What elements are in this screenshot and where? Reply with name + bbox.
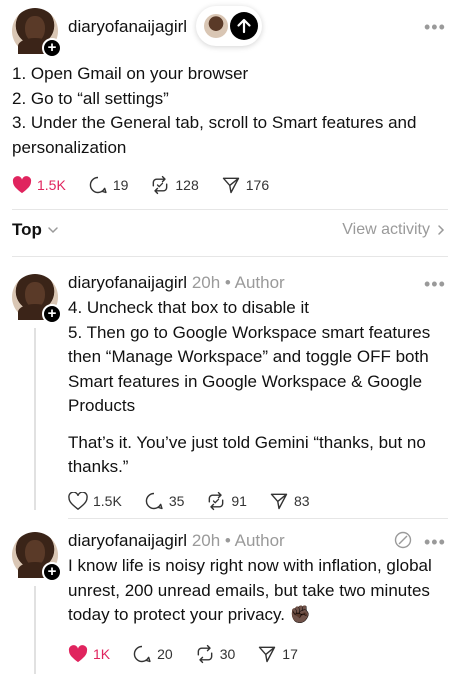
heart-icon — [12, 176, 32, 194]
share-button[interactable]: 176 — [221, 175, 269, 195]
more-icon[interactable]: ••• — [424, 18, 446, 36]
like-button[interactable]: 1.5K — [68, 492, 122, 510]
reply-icon — [89, 176, 107, 194]
reply-username: diaryofanaijagirl 20h • Author — [68, 531, 285, 551]
reply-closing: That’s it. You’ve just told Gemini “than… — [68, 432, 426, 477]
repost-icon — [209, 491, 224, 511]
follow-plus-icon[interactable]: + — [42, 304, 62, 324]
chevron-down-icon — [48, 227, 58, 234]
post-actions: 1.5K 19 128 176 — [12, 175, 291, 195]
sort-dropdown[interactable]: Top — [12, 220, 60, 240]
share-count: 83 — [293, 493, 310, 509]
reply-body: I know life is noisy right now with infl… — [68, 554, 443, 628]
repost-count: 30 — [219, 646, 236, 662]
share-count: 176 — [245, 177, 270, 193]
repost-count: 91 — [231, 493, 247, 509]
share-count: 17 — [282, 646, 298, 662]
reply-meta: 20h • Author — [191, 531, 285, 550]
repost-count: 128 — [175, 177, 199, 193]
post-body: 1. Open Gmail on your browser 2. Go to “… — [12, 62, 442, 160]
repost-button[interactable]: 30 — [195, 644, 236, 664]
reply-meta: 20h • Author — [191, 273, 285, 292]
more-icon[interactable]: ••• — [424, 533, 446, 551]
thread-line — [34, 328, 36, 510]
reply-icon — [145, 492, 163, 510]
reply-button[interactable]: 19 — [88, 175, 129, 195]
follow-pill[interactable] — [196, 6, 262, 46]
avatar[interactable]: + — [12, 274, 62, 324]
sort-label: Top — [12, 220, 42, 239]
share-icon — [270, 493, 288, 510]
share-icon — [222, 177, 239, 194]
reply-icon — [133, 645, 151, 663]
heart-icon — [68, 645, 88, 663]
reply-username-text[interactable]: diaryofanaijagirl — [68, 273, 187, 292]
divider — [12, 256, 448, 257]
follow-plus-icon[interactable]: + — [42, 38, 62, 58]
sort-bar: Top View activity — [12, 220, 448, 240]
like-count: 1K — [93, 646, 111, 662]
post-username[interactable]: diaryofanaijagirl — [68, 17, 187, 37]
repost-button[interactable]: 91 — [206, 491, 247, 511]
repost-button[interactable]: 128 — [150, 175, 199, 195]
divider — [12, 209, 448, 210]
reply-count: 35 — [168, 493, 185, 509]
more-icon[interactable]: ••• — [424, 275, 446, 293]
post-line-3: 3. Under the General tab, scroll to Smar… — [12, 113, 417, 157]
view-activity-link[interactable]: View activity — [342, 221, 448, 239]
divider — [68, 518, 448, 519]
share-button[interactable]: 17 — [257, 644, 298, 664]
follow-plus-icon[interactable]: + — [42, 562, 62, 582]
post-line-2: 2. Go to “all settings” — [12, 88, 169, 108]
reply-actions: 1.5K 35 91 83 — [68, 491, 332, 511]
repost-icon — [197, 644, 213, 664]
like-count: 1.5K — [37, 177, 66, 193]
reply-button[interactable]: 35 — [144, 491, 185, 511]
avatar[interactable]: + — [12, 532, 62, 582]
reply-text: I know life is noisy right now with infl… — [68, 556, 432, 624]
like-button[interactable]: 1K — [68, 645, 110, 663]
reply-button[interactable]: 20 — [132, 644, 173, 664]
share-icon — [259, 646, 276, 663]
reply-count: 20 — [157, 646, 173, 662]
avatar[interactable]: + — [12, 8, 62, 58]
repost-icon — [153, 175, 168, 195]
like-button[interactable]: 1.5K — [12, 176, 66, 194]
chevron-right-icon — [438, 225, 445, 235]
reply-line-2: 5. Then go to Google Workspace smart fea… — [68, 322, 431, 416]
share-button[interactable]: 83 — [269, 491, 310, 511]
thread-line — [34, 586, 36, 674]
reply-username: diaryofanaijagirl 20h • Author — [68, 273, 285, 293]
heart-icon — [68, 492, 88, 510]
reply-count: 19 — [112, 177, 129, 193]
reply-body: 4. Uncheck that box to disable it 5. The… — [68, 296, 443, 480]
follow-arrow-icon[interactable] — [230, 12, 258, 40]
reply-actions: 1K 20 30 17 — [68, 644, 320, 664]
view-activity-label: View activity — [342, 221, 430, 238]
like-count: 1.5K — [93, 493, 122, 509]
reply-username-text[interactable]: diaryofanaijagirl — [68, 531, 187, 550]
quote-icon[interactable] — [394, 531, 412, 549]
post-line-1: 1. Open Gmail on your browser — [12, 64, 249, 83]
mini-avatar — [204, 14, 228, 38]
reply-line-1: 4. Uncheck that box to disable it — [68, 298, 309, 317]
